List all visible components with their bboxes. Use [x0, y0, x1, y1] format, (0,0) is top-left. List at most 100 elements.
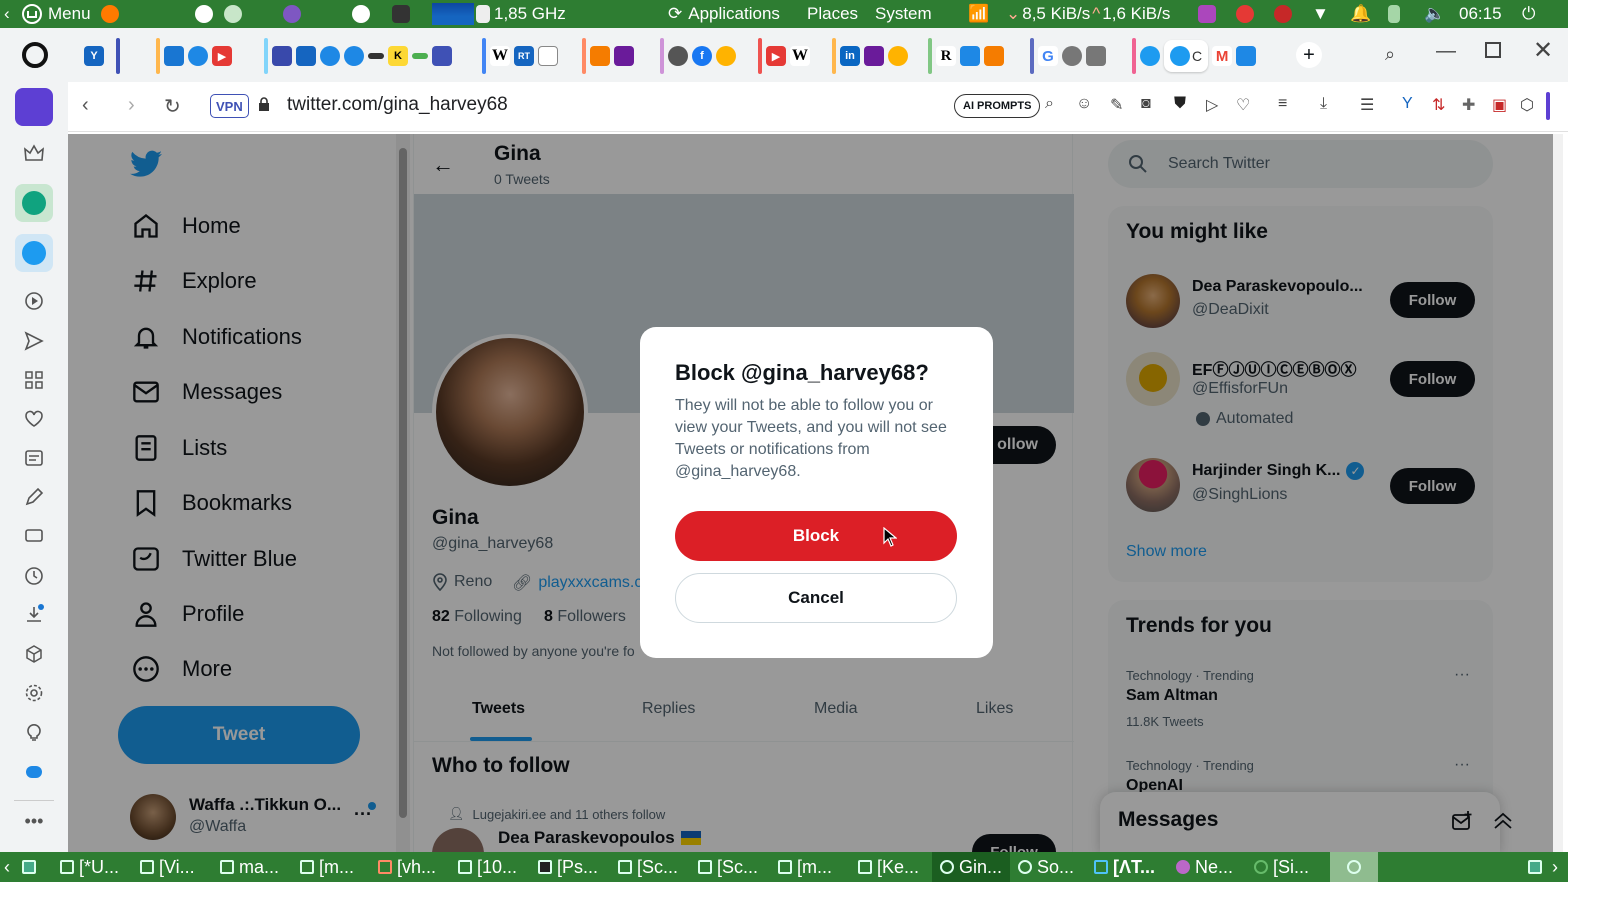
downloads-icon[interactable]: [20, 600, 48, 628]
tab-group-1[interactable]: Y: [80, 36, 124, 76]
send-page-icon[interactable]: ▷: [1206, 95, 1218, 115]
launcher-settings-icon[interactable]: [224, 0, 242, 28]
shield-icon[interactable]: ⛊: [1174, 95, 1186, 113]
tray-record-icon[interactable]: [1274, 0, 1292, 28]
taskbar-item-active[interactable]: Gin...: [932, 852, 1011, 882]
taskbar-item[interactable]: [ΛT...: [1094, 852, 1155, 882]
back-icon[interactable]: ‹: [82, 94, 89, 117]
workspace-icon[interactable]: [15, 88, 53, 126]
active-tab[interactable]: C: [1164, 40, 1209, 72]
tray-bell-icon[interactable]: 🔔: [1350, 0, 1371, 28]
tab-group-4[interactable]: W RT: [478, 36, 562, 76]
extension-arrows-icon[interactable]: ⇅: [1432, 95, 1445, 115]
edit-icon[interactable]: [20, 483, 48, 511]
emoji-icon[interactable]: ☺: [1076, 95, 1092, 113]
vpn-badge[interactable]: VPN: [210, 94, 249, 118]
extension-y-icon[interactable]: Y: [1402, 95, 1413, 113]
history-icon[interactable]: [20, 562, 48, 590]
places-menu[interactable]: Places: [807, 0, 858, 28]
taskbar-item[interactable]: [Vi...: [140, 852, 195, 882]
heart-page-icon[interactable]: ♡: [1236, 95, 1250, 115]
extension-cube-icon[interactable]: ⬡: [1520, 95, 1534, 115]
tab-group-8[interactable]: in: [828, 36, 912, 76]
power-icon[interactable]: ⏻: [1522, 0, 1535, 28]
minimize-icon[interactable]: —: [1436, 40, 1456, 63]
system-menu[interactable]: System: [875, 0, 932, 28]
taskbar-item[interactable]: [Si...: [1254, 852, 1309, 882]
chat-bubble-icon[interactable]: [20, 758, 48, 786]
taskbar-item[interactable]: So...: [1018, 852, 1074, 882]
reload-icon[interactable]: ↻: [164, 94, 181, 119]
camera-icon[interactable]: ◙: [1141, 95, 1151, 113]
twitter-sidebar-icon[interactable]: [15, 234, 53, 272]
settings-gear-icon[interactable]: [20, 679, 48, 707]
news-icon[interactable]: [20, 444, 48, 472]
tray-battery-icon[interactable]: [1388, 0, 1400, 28]
edit-page-icon[interactable]: ✎: [1110, 95, 1123, 115]
right-scrollbar-track[interactable]: [1553, 134, 1563, 852]
download-toolbar-icon[interactable]: ⤓: [1320, 95, 1327, 113]
extension-puzzle-icon[interactable]: ✚: [1462, 95, 1475, 115]
close-window-icon[interactable]: ✕: [1533, 36, 1553, 65]
extensions-grid-icon[interactable]: [20, 366, 48, 394]
player-icon[interactable]: [20, 287, 48, 315]
firefox-launcher-icon[interactable]: [101, 0, 119, 28]
tray-wifi-icon[interactable]: ▼: [1312, 0, 1329, 28]
block-button[interactable]: Block: [675, 511, 957, 561]
cancel-button[interactable]: Cancel: [675, 573, 957, 623]
taskbar-item[interactable]: [m...: [300, 852, 354, 882]
tab-group-3[interactable]: K: [260, 36, 456, 76]
search-page-icon[interactable]: ⌕: [1045, 95, 1054, 113]
chatgpt-sidebar-icon[interactable]: [15, 184, 53, 222]
tab-group-9[interactable]: R: [924, 36, 1008, 76]
tab-group-6[interactable]: f: [656, 36, 740, 76]
opera-logo-icon[interactable]: [22, 42, 48, 68]
reader-icon[interactable]: ≡: [1278, 95, 1287, 113]
taskbar-item[interactable]: [m...: [778, 852, 832, 882]
lightbulb-icon[interactable]: [20, 718, 48, 746]
tab-group-2[interactable]: ▶: [152, 36, 236, 76]
lock-icon[interactable]: [258, 97, 270, 111]
tab-group-10[interactable]: G: [1026, 36, 1110, 76]
taskbar-left-arrow-icon[interactable]: ‹: [4, 852, 10, 882]
heart-icon[interactable]: [20, 405, 48, 433]
tab-group-11[interactable]: C M: [1128, 36, 1260, 76]
wifi-icon[interactable]: 📶: [968, 0, 989, 28]
more-dots-icon[interactable]: •••: [20, 807, 48, 835]
applications-menu[interactable]: ⟳ Applications: [668, 0, 780, 28]
taskbar-item[interactable]: [vh...: [378, 852, 436, 882]
taskbar-item[interactable]: [Ke...: [858, 852, 919, 882]
extension-red-icon[interactable]: ▣: [1492, 95, 1507, 115]
new-tab-icon[interactable]: +: [1296, 42, 1322, 68]
taskbar-item[interactable]: [Sc...: [618, 852, 678, 882]
show-desktop-icon[interactable]: [22, 852, 36, 882]
taskbar-item[interactable]: [Ps...: [538, 852, 598, 882]
tray-volume-icon[interactable]: 🔈: [1424, 0, 1445, 28]
taskbar-right-arrow-icon[interactable]: ›: [1552, 852, 1558, 882]
taskbar-item[interactable]: [Sc...: [698, 852, 758, 882]
panel-left-arrow-icon[interactable]: ‹: [4, 0, 10, 28]
tabs-icon[interactable]: [20, 522, 48, 550]
ai-prompts-button[interactable]: AI PROMPTS: [954, 94, 1041, 118]
sidebar-toggle[interactable]: [1546, 92, 1550, 120]
easy-setup-icon[interactable]: ☰: [1360, 95, 1374, 115]
launcher-terminal-icon[interactable]: [392, 0, 410, 28]
tab-group-7[interactable]: ▶ W: [754, 36, 814, 76]
taskbar-item[interactable]: [10...: [458, 852, 517, 882]
workspace-switcher[interactable]: [1330, 852, 1378, 882]
cube-icon[interactable]: [20, 640, 48, 668]
launcher-tor-icon[interactable]: [283, 0, 301, 28]
taskbar-item[interactable]: [*U...: [60, 852, 119, 882]
taskbar-item[interactable]: Ne...: [1176, 852, 1233, 882]
tab-group-5[interactable]: [578, 36, 638, 76]
tab-search-icon[interactable]: ⌕: [1385, 44, 1395, 65]
tray-chrome-icon[interactable]: [1236, 0, 1254, 28]
maximize-icon[interactable]: [1485, 42, 1501, 58]
tray-media-icon[interactable]: [1198, 0, 1216, 28]
launcher-opera-icon[interactable]: [352, 0, 370, 28]
menu-button[interactable]: Menu: [22, 0, 91, 28]
forward-icon[interactable]: ›: [128, 94, 135, 117]
launcher-a-icon[interactable]: [195, 0, 213, 28]
url-text[interactable]: twitter.com/gina_harvey68: [287, 94, 508, 116]
crown-icon[interactable]: [20, 140, 48, 168]
